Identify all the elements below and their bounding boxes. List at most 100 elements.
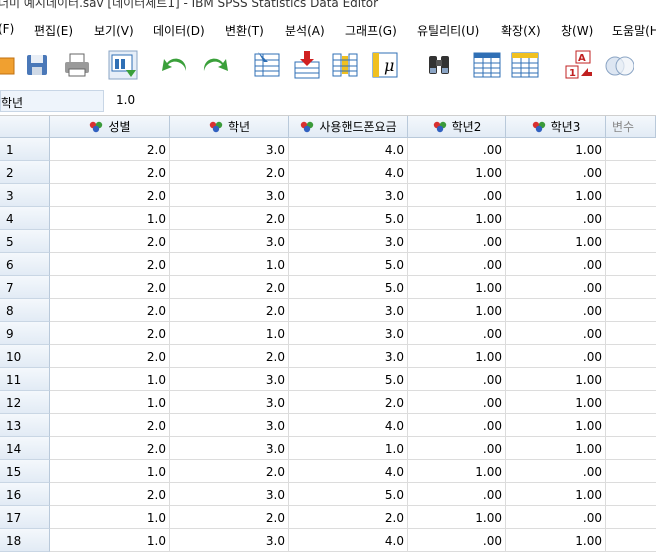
data-cell[interactable]: 3.0 xyxy=(170,368,289,391)
menu-analyze[interactable]: 분석(A) xyxy=(285,22,325,39)
empty-cell[interactable] xyxy=(606,322,656,345)
menu-utilities[interactable]: 유틸리티(U) xyxy=(417,22,479,39)
data-cell[interactable]: .00 xyxy=(506,460,606,483)
data-cell[interactable]: 1.00 xyxy=(408,506,506,529)
data-cell[interactable]: .00 xyxy=(408,414,506,437)
menu-data[interactable]: 데이터(D) xyxy=(153,22,205,39)
data-cell[interactable]: 2.0 xyxy=(170,276,289,299)
row-number[interactable]: 9 xyxy=(0,322,50,345)
data-cell[interactable]: 3.0 xyxy=(170,138,289,161)
data-cell[interactable]: 2.0 xyxy=(170,506,289,529)
column-header[interactable]: 학년 xyxy=(170,116,289,138)
data-cell[interactable]: .00 xyxy=(408,184,506,207)
menu-window[interactable]: 창(W) xyxy=(561,22,593,39)
column-header[interactable]: 학년3 xyxy=(506,116,606,138)
data-cell[interactable]: 5.0 xyxy=(289,253,408,276)
data-cell[interactable]: .00 xyxy=(408,368,506,391)
menu-file[interactable]: (F) xyxy=(0,22,14,36)
data-cell[interactable]: 3.0 xyxy=(289,322,408,345)
data-cell[interactable]: 2.0 xyxy=(170,161,289,184)
data-cell[interactable]: 2.0 xyxy=(50,138,170,161)
empty-cell[interactable] xyxy=(606,483,656,506)
data-cell[interactable]: 5.0 xyxy=(289,207,408,230)
menu-edit[interactable]: 편집(E) xyxy=(34,22,73,39)
select-cases-icon[interactable] xyxy=(510,50,540,80)
empty-cell[interactable] xyxy=(606,414,656,437)
row-number[interactable]: 18 xyxy=(0,529,50,552)
data-cell[interactable]: 1.00 xyxy=(408,460,506,483)
row-number[interactable]: 17 xyxy=(0,506,50,529)
data-cell[interactable]: 3.0 xyxy=(289,230,408,253)
menu-extensions[interactable]: 확장(X) xyxy=(501,22,541,39)
data-cell[interactable]: .00 xyxy=(506,276,606,299)
open-data-icon[interactable] xyxy=(0,50,18,80)
menu-view[interactable]: 보기(V) xyxy=(94,22,134,39)
row-number[interactable]: 13 xyxy=(0,414,50,437)
data-cell[interactable]: 3.0 xyxy=(170,529,289,552)
data-cell[interactable]: 1.00 xyxy=(506,414,606,437)
data-cell[interactable]: 2.0 xyxy=(170,345,289,368)
data-cell[interactable]: 1.00 xyxy=(506,184,606,207)
data-cell[interactable]: 1.00 xyxy=(408,345,506,368)
data-cell[interactable]: 2.0 xyxy=(170,207,289,230)
data-cell[interactable]: 4.0 xyxy=(289,138,408,161)
data-cell[interactable]: 2.0 xyxy=(50,322,170,345)
data-cell[interactable]: 2.0 xyxy=(50,276,170,299)
empty-cell[interactable] xyxy=(606,506,656,529)
go-to-case-icon[interactable] xyxy=(252,50,282,80)
data-cell[interactable]: .00 xyxy=(506,161,606,184)
row-number[interactable]: 5 xyxy=(0,230,50,253)
recall-dialog-icon[interactable] xyxy=(108,50,138,80)
row-number[interactable]: 7 xyxy=(0,276,50,299)
row-number[interactable]: 16 xyxy=(0,483,50,506)
data-cell[interactable]: 4.0 xyxy=(289,161,408,184)
row-number[interactable]: 4 xyxy=(0,207,50,230)
data-cell[interactable]: 3.0 xyxy=(170,414,289,437)
data-cell[interactable]: .00 xyxy=(408,230,506,253)
menu-transform[interactable]: 변환(T) xyxy=(225,22,264,39)
data-cell[interactable]: 3.0 xyxy=(289,345,408,368)
row-number[interactable]: 2 xyxy=(0,161,50,184)
data-cell[interactable]: 1.00 xyxy=(506,138,606,161)
data-cell[interactable]: 3.0 xyxy=(289,299,408,322)
empty-cell[interactable] xyxy=(606,276,656,299)
row-number[interactable]: 11 xyxy=(0,368,50,391)
save-icon[interactable] xyxy=(22,50,52,80)
data-cell[interactable]: 4.0 xyxy=(289,414,408,437)
cell-value-input[interactable]: 1.0 xyxy=(108,90,656,112)
data-cell[interactable]: 1.0 xyxy=(170,322,289,345)
empty-cell[interactable] xyxy=(606,161,656,184)
data-cell[interactable]: .00 xyxy=(408,253,506,276)
undo-icon[interactable] xyxy=(160,50,190,80)
empty-cell[interactable] xyxy=(606,253,656,276)
data-cell[interactable]: .00 xyxy=(408,529,506,552)
data-cell[interactable]: 1.0 xyxy=(50,460,170,483)
data-cell[interactable]: 2.0 xyxy=(50,184,170,207)
use-sets-icon[interactable] xyxy=(604,50,634,80)
data-cell[interactable]: 2.0 xyxy=(50,345,170,368)
data-cell[interactable]: 1.0 xyxy=(50,368,170,391)
data-cell[interactable]: 2.0 xyxy=(50,437,170,460)
data-cell[interactable]: 2.0 xyxy=(50,483,170,506)
data-cell[interactable]: 2.0 xyxy=(50,253,170,276)
data-cell[interactable]: .00 xyxy=(408,322,506,345)
data-cell[interactable]: 1.0 xyxy=(50,207,170,230)
data-cell[interactable]: .00 xyxy=(506,207,606,230)
menu-graphs[interactable]: 그래프(G) xyxy=(345,22,397,39)
data-cell[interactable]: 4.0 xyxy=(289,460,408,483)
data-cell[interactable]: .00 xyxy=(506,322,606,345)
data-cell[interactable]: .00 xyxy=(408,483,506,506)
data-cell[interactable]: 2.0 xyxy=(50,299,170,322)
data-cell[interactable]: 1.00 xyxy=(506,391,606,414)
empty-cell[interactable] xyxy=(606,230,656,253)
data-cell[interactable]: .00 xyxy=(408,391,506,414)
data-cell[interactable]: 1.00 xyxy=(408,299,506,322)
data-cell[interactable]: 1.00 xyxy=(506,529,606,552)
data-cell[interactable]: 2.0 xyxy=(50,414,170,437)
empty-cell[interactable] xyxy=(606,138,656,161)
find-icon[interactable] xyxy=(424,50,454,80)
column-header[interactable]: 성별 xyxy=(50,116,170,138)
data-cell[interactable]: 3.0 xyxy=(170,483,289,506)
data-cell[interactable]: 1.0 xyxy=(50,391,170,414)
data-cell[interactable]: .00 xyxy=(506,253,606,276)
